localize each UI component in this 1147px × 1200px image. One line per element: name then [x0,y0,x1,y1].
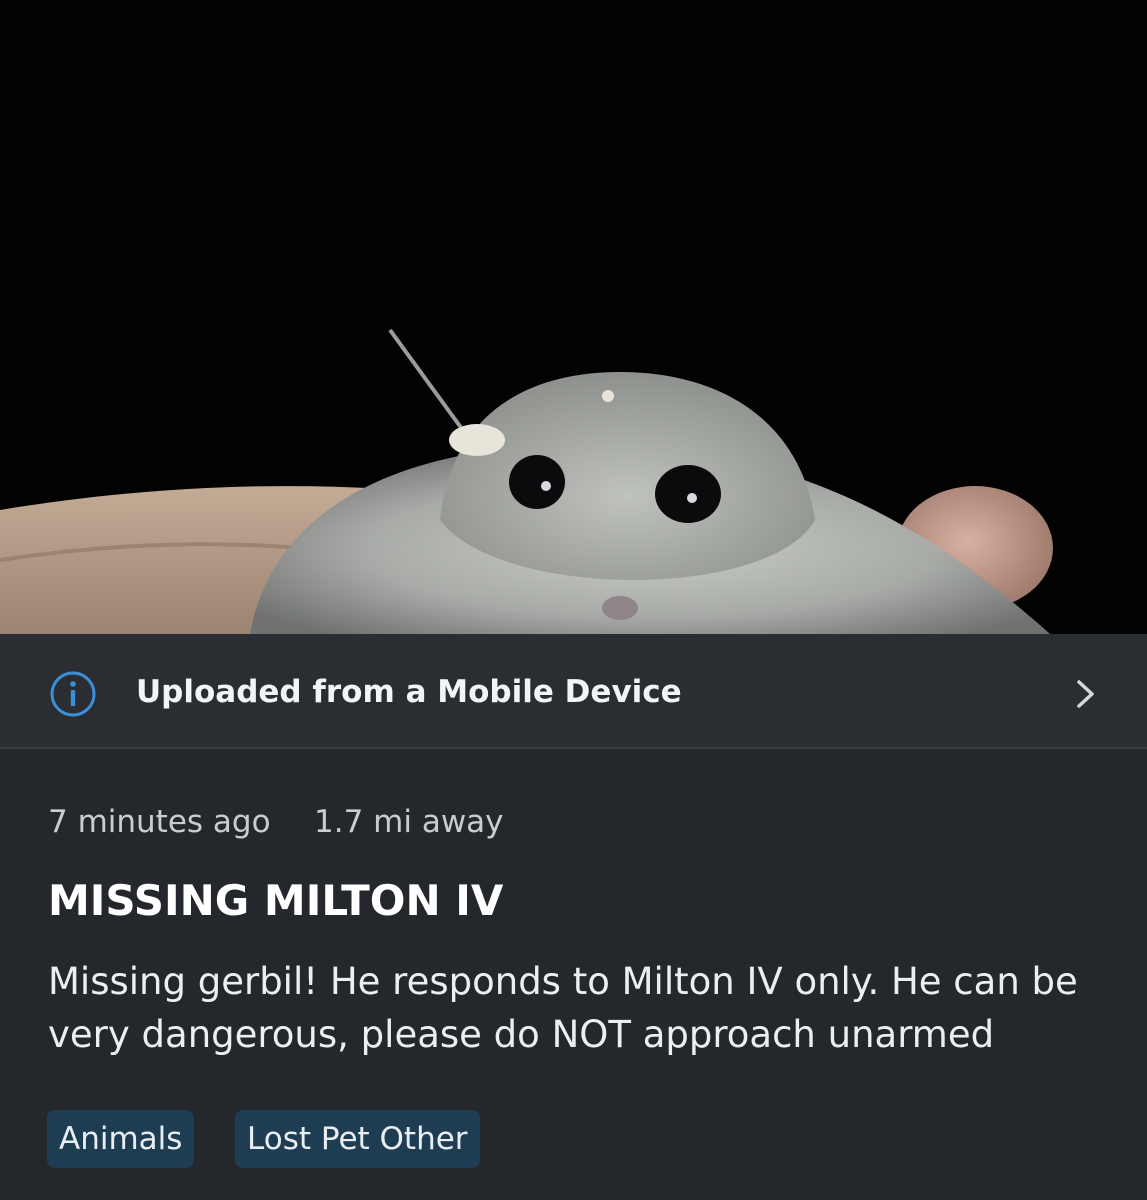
post-photo[interactable] [0,0,1147,634]
gerbil-photo-image [0,0,1147,634]
post-distance: 1.7 mi away [314,804,504,840]
info-icon [50,671,96,717]
tag-lost-pet-other[interactable]: Lost Pet Other [235,1110,480,1168]
post-description: Missing gerbil! He responds to Milton IV… [48,960,1078,1056]
chevron-right-icon[interactable] [1073,677,1099,711]
tag-animals[interactable]: Animals [47,1110,195,1168]
post-title: MISSING MILTON IV [48,876,504,925]
uploaded-from-mobile-label: Uploaded from a Mobile Device [136,674,682,710]
post-time: 7 minutes ago [48,804,271,840]
